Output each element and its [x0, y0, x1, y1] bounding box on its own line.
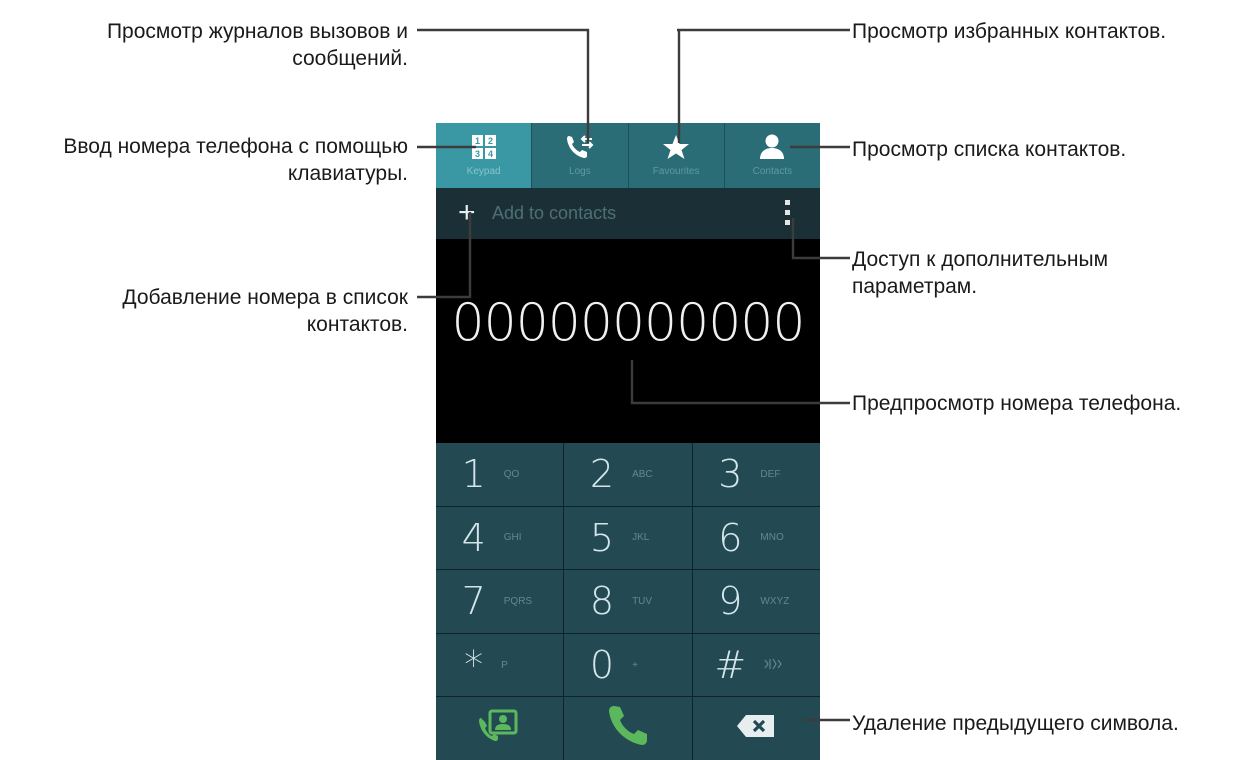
phone-call-icon	[606, 704, 650, 753]
svg-text:4: 4	[488, 149, 493, 159]
call-logs-icon	[565, 132, 595, 162]
annotation-preview-line1: Предпросмотр номера телефона.	[852, 392, 1182, 415]
call-button[interactable]	[564, 697, 692, 760]
key-hash[interactable]: #	[692, 633, 820, 697]
tab-favourites-label: Favourites	[652, 166, 700, 177]
annotation-logs-line2: сообщений.	[292, 47, 408, 70]
key-letters: TUV	[632, 595, 653, 607]
key-5[interactable]: 5 JKL	[564, 506, 692, 570]
add-to-contacts-label[interactable]: Add to contacts	[492, 203, 616, 224]
annotation-more-line2: параметрам.	[852, 275, 978, 298]
key-3[interactable]: 3 DEF	[692, 443, 820, 506]
annotation-add: Добавление номера в список контактов.	[122, 284, 408, 338]
annotation-favourites-line1: Просмотр избранных контактов.	[852, 20, 1167, 43]
tab-keypad[interactable]: 1 2 3 4 Keypad	[436, 123, 533, 188]
key-digit: *	[464, 643, 484, 688]
dial-keypad: 1 QO 2 ABC 3 DEF 4 GHI 5 JKL 6 MNO 7 PQRS 8 TUV …	[436, 443, 820, 760]
person-icon	[758, 132, 786, 162]
key-letters: PQRS	[503, 595, 533, 607]
backspace-icon	[736, 714, 776, 743]
key-letters: MNO	[760, 532, 784, 544]
key-9[interactable]: 9 WXYZ	[692, 570, 820, 633]
key-8[interactable]: 8 TUV	[564, 570, 692, 633]
tab-favourites[interactable]: Favourites	[628, 123, 725, 188]
key-letters: QO	[503, 468, 520, 480]
annotation-logs-line1: Просмотр журналов вызовов и	[106, 20, 408, 43]
key-digit: 5	[589, 515, 615, 560]
annotation-delete: Удаление предыдущего символа.	[852, 710, 1179, 737]
more-options-icon[interactable]	[782, 200, 792, 230]
svg-text:3: 3	[475, 149, 480, 159]
svg-text:2: 2	[488, 136, 493, 146]
annotation-add-line2: контактов.	[306, 313, 408, 336]
mute-vibrate-icon	[764, 658, 798, 673]
key-letters: WXYZ	[760, 595, 790, 607]
annotation-contacts: Просмотр списка контактов.	[852, 136, 1126, 163]
key-digit: 9	[718, 579, 743, 624]
annotation-favourites: Просмотр избранных контактов.	[852, 18, 1166, 45]
key-digit: #	[714, 643, 747, 688]
key-letters: GHI	[503, 532, 522, 544]
key-star[interactable]: * P	[436, 633, 564, 697]
key-6[interactable]: 6 MNO	[692, 506, 820, 570]
key-digit: 0	[589, 643, 615, 688]
key-0[interactable]: 0 +	[564, 633, 692, 697]
annotation-keypad-line2: клавиатуры.	[287, 162, 408, 185]
tab-logs-label: Logs	[569, 166, 591, 177]
key-letters: ABC	[632, 468, 653, 480]
annotation-contacts-line1: Просмотр списка контактов.	[852, 138, 1127, 161]
key-letters: P	[501, 659, 508, 671]
key-digit: 4	[461, 515, 486, 560]
annotation-keypad: Ввод номера телефона с помощью клавиатур…	[63, 133, 408, 187]
annotation-preview: Предпросмотр номера телефона.	[852, 390, 1181, 417]
tab-bar: 1 2 3 4 Keypad Logs Favourites Contacts	[436, 123, 820, 188]
key-letters: JKL	[632, 532, 650, 544]
annotation-add-line1: Добавление номера в список	[122, 286, 408, 309]
tab-keypad-label: Keypad	[466, 166, 501, 177]
view-contact-button[interactable]	[436, 697, 564, 760]
key-letters: +	[632, 659, 638, 671]
key-7[interactable]: 7 PQRS	[436, 570, 564, 633]
annotation-more-line1: Доступ к дополнительным	[852, 248, 1109, 271]
annotation-more: Доступ к дополнительным параметрам.	[852, 246, 1108, 300]
annotation-delete-line1: Удаление предыдущего символа.	[852, 712, 1179, 735]
tab-logs[interactable]: Logs	[532, 123, 629, 188]
keypad-icon: 1 2 3 4	[471, 132, 497, 162]
svg-text:1: 1	[475, 136, 480, 146]
key-letters: DEF	[760, 468, 781, 480]
phone-dialer-screen: 1 2 3 4 Keypad Logs Favourites Contacts …	[436, 123, 820, 760]
key-digit: 2	[589, 452, 615, 497]
annotation-keypad-line1: Ввод номера телефона с помощью	[63, 135, 408, 158]
key-digit: 3	[718, 452, 743, 497]
key-digit: 8	[589, 579, 615, 624]
annotation-logs: Просмотр журналов вызовов и сообщений.	[107, 18, 408, 72]
contact-card-icon	[478, 708, 522, 749]
key-1[interactable]: 1 QO	[436, 443, 564, 506]
add-contact-button[interactable]: +	[458, 196, 476, 230]
key-2[interactable]: 2 ABC	[564, 443, 692, 506]
delete-button[interactable]	[692, 697, 820, 760]
tab-contacts-label: Contacts	[752, 166, 793, 177]
key-digit: 1	[461, 452, 486, 497]
key-digit: 6	[718, 515, 743, 560]
dialed-number-display: 00000000000	[451, 293, 806, 353]
star-icon	[662, 132, 690, 162]
action-bar: + Add to contacts	[436, 188, 820, 239]
key-4[interactable]: 4 GHI	[436, 506, 564, 570]
key-digit: 7	[461, 579, 486, 624]
tab-contacts[interactable]: Contacts	[724, 123, 820, 188]
